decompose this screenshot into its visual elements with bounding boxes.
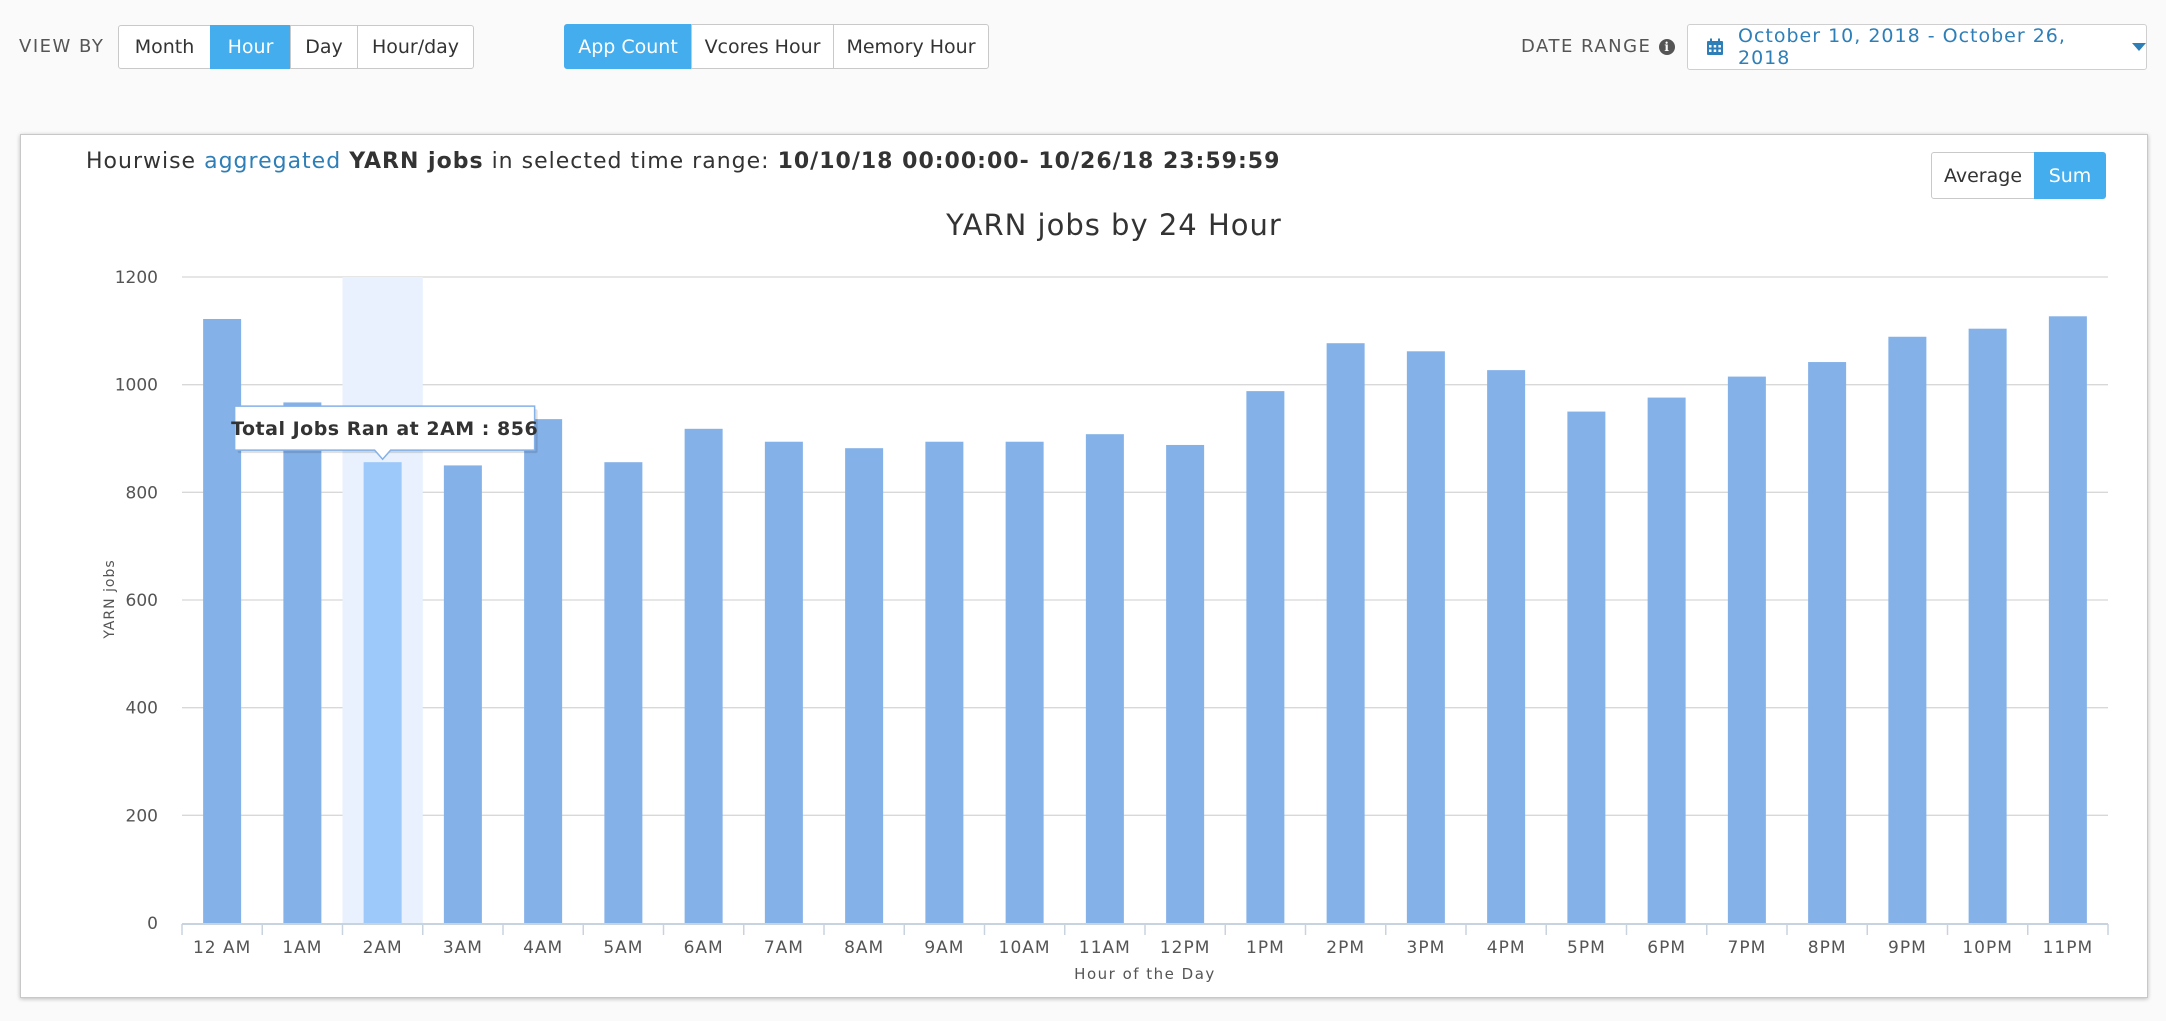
y-tick-label: 400 <box>126 699 158 719</box>
x-tick-label: 8AM <box>844 938 884 958</box>
bar-5am[interactable] <box>604 462 643 923</box>
sum-button[interactable]: Sum <box>2034 152 2106 199</box>
aggregation-group: Average Sum <box>1931 152 2106 199</box>
bar-10pm[interactable] <box>1968 328 2007 923</box>
bar-8am[interactable] <box>845 448 884 923</box>
bar-7am[interactable] <box>764 441 803 923</box>
info-icon[interactable]: i <box>1659 38 1676 55</box>
x-tick-label: 1AM <box>282 938 322 958</box>
x-tick-label: 10AM <box>999 938 1051 958</box>
bar-11pm[interactable] <box>2048 316 2087 923</box>
chart-area: 0 200 400 600 800 1000 1200 12 AM 1AM 2AM 3AM 4AM 5A… <box>63 199 2127 995</box>
view-by-hour-day-button[interactable]: Hour/day <box>357 25 474 69</box>
metric-app-count-button[interactable]: App Count <box>564 24 692 69</box>
bar-6pm[interactable] <box>1647 397 1686 923</box>
y-tick-label: 800 <box>126 483 158 503</box>
x-tick-label: 6PM <box>1647 938 1686 958</box>
bar-5pm[interactable] <box>1567 411 1606 923</box>
heading-prefix: Hourwise <box>86 149 197 174</box>
date-range-picker[interactable]: October 10, 2018 - October 26, 2018 <box>1687 24 2147 70</box>
panel-heading: Hourwise aggregated YARN jobs in selecte… <box>86 149 1280 174</box>
bar-11am[interactable] <box>1085 434 1124 923</box>
metric-vcores-hour-button[interactable]: Vcores Hour <box>691 24 834 69</box>
heading-bold: YARN jobs <box>349 149 484 174</box>
view-by-label: VIEW BY <box>19 36 105 57</box>
x-tick-label: 5AM <box>603 938 643 958</box>
view-by-month-button[interactable]: Month <box>118 25 211 69</box>
x-tick-label: 3PM <box>1407 938 1446 958</box>
y-axis-title: YARN jobs <box>102 559 118 639</box>
x-tick-label: 3AM <box>443 938 483 958</box>
bar-1am[interactable] <box>283 402 322 924</box>
y-tick-label: 200 <box>126 806 158 826</box>
x-tick-label: 4PM <box>1487 938 1526 958</box>
bar-4pm[interactable] <box>1487 370 1526 923</box>
bar-12pm[interactable] <box>1166 444 1205 923</box>
y-tick-label: 600 <box>126 591 158 611</box>
tooltip-text: Total Jobs Ran at 2AM : 856 <box>231 418 538 440</box>
calendar-icon <box>1706 38 1724 56</box>
view-by-hour-button[interactable]: Hour <box>210 25 291 69</box>
x-tick-label: 10PM <box>1962 938 2013 958</box>
view-by-group: Month Hour Day Hour/day <box>118 25 474 69</box>
metric-memory-hour-button[interactable]: Memory Hour <box>833 24 989 69</box>
view-by-day-button[interactable]: Day <box>290 25 358 69</box>
x-tick-label: 12 AM <box>193 938 251 958</box>
bar-3pm[interactable] <box>1406 351 1445 923</box>
bar-1pm[interactable] <box>1246 391 1285 923</box>
x-tick-label: 8PM <box>1808 938 1847 958</box>
bar-6am[interactable] <box>684 428 723 923</box>
bar-10am[interactable] <box>1005 441 1044 923</box>
x-tick-label: 9PM <box>1888 938 1927 958</box>
x-tick-label: 12PM <box>1160 938 1211 958</box>
y-tick-label: 1000 <box>115 376 158 396</box>
bar-9am[interactable] <box>925 441 964 923</box>
y-tick-label: 1200 <box>115 268 158 288</box>
x-tick-label: 11PM <box>2043 938 2094 958</box>
heading-middle: in selected time range: <box>491 149 770 174</box>
chart-title: YARN jobs by 24 Hour <box>945 208 1282 242</box>
bar-9pm[interactable] <box>1888 336 1927 923</box>
heading-range: 10/10/18 00:00:00- 10/26/18 23:59:59 <box>777 149 1281 174</box>
x-tick-label: 2AM <box>363 938 403 958</box>
x-tick-label: 11AM <box>1079 938 1131 958</box>
x-tick-label: 9AM <box>924 938 964 958</box>
x-axis-title: Hour of the Day <box>1074 965 1216 983</box>
heading-highlight: aggregated <box>204 149 342 174</box>
bar-7pm[interactable] <box>1727 376 1766 923</box>
x-tick-label: 7AM <box>764 938 804 958</box>
bar-2pm[interactable] <box>1326 343 1365 924</box>
bar-4am[interactable] <box>524 419 563 923</box>
date-range-value: October 10, 2018 - October 26, 2018 <box>1738 25 2066 69</box>
bar-chart: 0 200 400 600 800 1000 1200 12 AM 1AM 2AM 3AM 4AM 5A… <box>102 208 2109 983</box>
bar-2am[interactable] <box>363 462 402 923</box>
x-tick-label: 1PM <box>1246 938 1285 958</box>
date-range-label-wrap: DATE RANGE i <box>1521 36 1676 57</box>
chevron-down-icon <box>2132 43 2146 51</box>
tooltip: Total Jobs Ran at 2AM : 856 <box>231 405 538 461</box>
x-tick-label: 6AM <box>684 938 724 958</box>
bar-3am[interactable] <box>443 465 482 923</box>
x-tick-label: 5PM <box>1567 938 1606 958</box>
x-tick-label: 2PM <box>1326 938 1365 958</box>
y-tick-label: 0 <box>147 914 158 934</box>
x-tick-label: 4AM <box>523 938 563 958</box>
x-tick-label: 7PM <box>1728 938 1767 958</box>
metric-group: App Count Vcores Hour Memory Hour <box>564 24 989 69</box>
date-range-label: DATE RANGE <box>1521 36 1652 57</box>
average-button[interactable]: Average <box>1931 152 2035 199</box>
bar-8pm[interactable] <box>1808 362 1847 924</box>
chart-panel: Hourwise aggregated YARN jobs in selecte… <box>20 134 2148 998</box>
